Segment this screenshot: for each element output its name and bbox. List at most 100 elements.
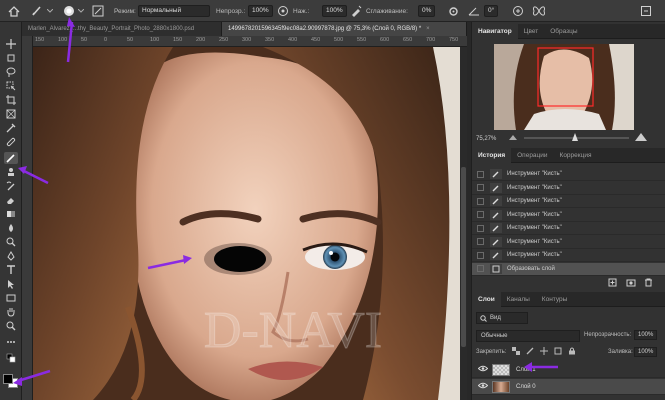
tool-preset-chevron-icon[interactable] [47,4,53,18]
blend-mode-select[interactable]: Нормальный [138,5,210,17]
clone-stamp-tool-icon[interactable] [4,166,18,178]
eye-visibility-icon[interactable] [477,365,489,374]
crop-tool-icon[interactable] [4,94,18,106]
history-checkbox[interactable] [477,224,484,232]
zoom-tool-icon[interactable] [4,320,18,332]
history-item[interactable]: Инструмент "Кисть" [472,195,665,208]
tab-actions[interactable]: Операции [511,148,553,163]
lasso-tool-icon[interactable] [4,66,18,78]
tab-channels[interactable]: Каналы [501,292,536,307]
history-checkbox[interactable] [477,197,484,205]
history-item[interactable]: Инструмент "Кисть" [472,168,665,181]
angle-icon[interactable] [468,4,480,18]
navigator-preview[interactable] [494,44,634,130]
history-item-label: Инструмент "Кисть" [507,225,562,231]
history-item[interactable]: Инструмент "Кисть" [472,209,665,222]
symmetry-butterfly-icon[interactable] [532,4,546,18]
healing-brush-tool-icon[interactable] [4,136,18,148]
foreground-color-swatch[interactable] [3,374,13,384]
hand-tool-icon[interactable] [4,306,18,318]
tab-navigator[interactable]: Навигатор [472,24,518,39]
canvas-vertical-scrollbar[interactable] [460,47,467,400]
new-snapshot-icon[interactable] [608,278,617,289]
brush-preset-chevron-icon[interactable] [78,4,84,18]
history-item[interactable]: Инструмент "Кисть" [472,182,665,195]
type-tool-icon[interactable] [4,264,18,276]
history-item[interactable]: Инструмент "Кисть" [472,222,665,235]
layer-filter-select[interactable]: Вид [476,312,528,324]
camera-icon[interactable] [626,278,636,289]
history-checkbox[interactable] [477,211,484,218]
angle-input[interactable]: 0° [484,5,499,17]
zoom-out-icon[interactable] [508,133,520,143]
artboard-tool-icon[interactable] [4,52,18,64]
lock-all-icon[interactable] [568,347,576,357]
lock-transparency-icon[interactable] [512,347,520,357]
blur-tool-icon[interactable] [4,222,18,234]
history-checkbox[interactable] [477,251,484,259]
tab-document-jpg[interactable]: 1499678201596345f9ec08a2.90997878.jpg @ … [222,22,467,36]
pressure-size-icon[interactable] [512,4,524,18]
eraser-tool-icon[interactable] [4,194,18,206]
opacity-input[interactable]: 100% [248,5,273,17]
history-item[interactable]: Инструмент "Кисть" [472,236,665,249]
tab-paths[interactable]: Контуры [536,292,574,307]
history-checkbox[interactable] [477,170,484,178]
lock-artboard-icon[interactable] [554,347,562,357]
history-item[interactable]: Образовать слой [472,262,665,276]
layer-opacity-input[interactable]: 100% [634,330,658,340]
history-item[interactable]: Инструмент "Кисть" [472,249,665,262]
eyedropper-tool-icon[interactable] [4,122,18,134]
ruler-tick-label: 700 [426,37,436,43]
tab-adjustments[interactable]: Коррекция [554,148,598,163]
path-selection-tool-icon[interactable] [4,278,18,290]
more-tools-icon[interactable] [4,336,18,348]
object-selection-tool-icon[interactable] [4,80,18,92]
tab-color[interactable]: Цвет [518,24,545,39]
brush-settings-icon[interactable] [92,4,104,18]
layer-name[interactable]: Слой 1 [516,367,536,373]
frame-tool-icon[interactable] [4,108,18,120]
trash-icon[interactable] [644,278,653,289]
history-brush-tool-icon[interactable] [4,180,18,192]
lock-position-icon[interactable] [540,347,548,357]
history-checkbox[interactable] [477,238,484,245]
tab-swatches[interactable]: Образцы [544,24,583,39]
gradient-tool-icon[interactable] [4,208,18,220]
dodge-tool-icon[interactable] [4,236,18,248]
layer-blend-mode-select[interactable]: Обычные [476,330,580,342]
navigator-zoom-value[interactable]: 75,27% [476,136,496,142]
tab-document-psd[interactable]: Marlen_Alvarez_...thy_Beauty_Portrait_Ph… [22,22,222,36]
fill-input[interactable]: 100% [634,347,658,357]
layer-name[interactable]: Слой 0 [516,384,536,390]
opacity-pressure-icon[interactable] [277,4,289,18]
smoothing-options-gear-icon[interactable] [448,4,459,18]
brush-preset-picker-icon[interactable] [62,4,76,18]
brush-tool-selected-icon[interactable] [4,152,18,164]
document-tabs: Marlen_Alvarez_...thy_Beauty_Portrait_Ph… [22,22,467,36]
history-item-label: Инструмент "Кисть" [507,198,562,204]
history-checkbox[interactable] [477,184,484,191]
pen-tool-icon[interactable] [4,250,18,262]
move-tool-icon[interactable] [4,38,18,50]
layer-row[interactable]: Слой 0 [472,379,665,395]
airbrush-icon[interactable] [350,4,362,18]
share-icon[interactable] [640,4,652,18]
tab-history[interactable]: История [472,148,512,163]
default-colors-icon[interactable] [4,352,18,364]
eye-visibility-icon[interactable] [477,382,489,391]
close-tab-icon[interactable]: × [426,26,430,32]
tab-layers[interactable]: Слои [472,292,501,307]
smoothing-input[interactable]: 0% [418,5,436,17]
home-icon[interactable] [8,4,20,18]
rectangle-tool-icon[interactable] [4,292,18,304]
mode-label: Режим: [114,7,136,15]
lock-pixels-icon[interactable] [526,347,534,357]
zoom-in-icon[interactable] [634,132,648,144]
document-canvas[interactable]: D-NAVI [33,47,460,400]
history-checkbox[interactable] [477,265,484,272]
brush-tool-icon[interactable] [31,4,43,18]
layer-row[interactable]: Слой 1 [472,362,665,378]
horizontal-ruler: 150 100 50 0 50 100 150 200 250 300 350 400 450 500 55… [33,36,467,47]
pressure-input[interactable]: 100% [322,5,347,17]
